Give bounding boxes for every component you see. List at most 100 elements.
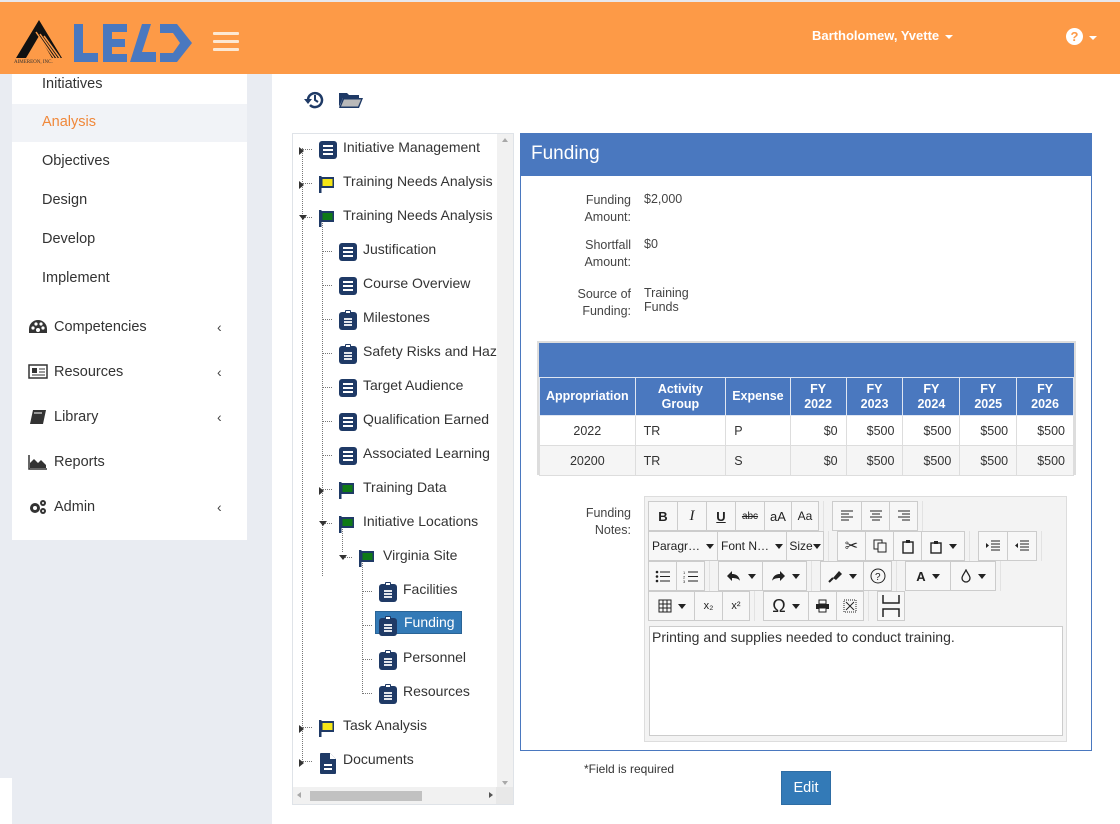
sidebar-item-competencies[interactable]: Competencies ‹ <box>12 309 247 347</box>
scrollbar-thumb[interactable] <box>310 791 422 801</box>
sidebar-item-library[interactable]: Library ‹ <box>12 399 247 437</box>
indent-button[interactable] <box>978 531 1008 561</box>
chevron-left-icon: ‹ <box>217 499 222 515</box>
document-list-icon <box>339 446 357 466</box>
expand-toggle-icon[interactable] <box>299 147 304 155</box>
redo-button[interactable] <box>762 561 807 591</box>
paste-button[interactable] <box>893 531 922 561</box>
caret-down-icon <box>1089 35 1097 40</box>
expand-toggle-icon[interactable] <box>299 759 304 767</box>
titlecase-button[interactable]: Aa <box>791 501 819 531</box>
outdent-button[interactable] <box>1007 531 1037 561</box>
question-circle-icon: ? <box>870 568 885 584</box>
table-cell: 20200 <box>539 445 636 476</box>
sidebar-item-reports[interactable]: Reports <box>12 444 247 482</box>
resize-handle[interactable] <box>496 787 513 804</box>
undo-button[interactable] <box>718 561 763 591</box>
sidebar-item-initiatives[interactable]: Initiatives <box>12 66 247 104</box>
table-header-cell: FY 2022 <box>789 377 847 416</box>
outdent-icon <box>1015 540 1029 551</box>
align-left-button[interactable] <box>832 501 862 531</box>
tree-node-label: Initiative Locations <box>363 513 479 529</box>
open-folder-button[interactable] <box>338 89 364 115</box>
field-value: $0 <box>644 237 658 251</box>
sidebar-item-objectives[interactable]: Objectives <box>12 143 247 181</box>
superscript-button[interactable]: x² <box>722 591 750 621</box>
collapse-toggle-icon[interactable] <box>319 521 327 526</box>
sidebar-item-resources[interactable]: Resources ‹ <box>12 354 247 392</box>
page-break-button[interactable] <box>877 591 905 621</box>
paste-special-button[interactable] <box>921 531 965 561</box>
align-right-button[interactable] <box>889 501 918 531</box>
special-character-button[interactable]: Ω <box>763 591 809 621</box>
table-cell: $500 <box>845 415 904 446</box>
dropdown-arrow-icon <box>677 603 686 609</box>
table-header-cell: Activity Group <box>634 377 727 416</box>
gears-icon <box>30 500 46 514</box>
tree-node-label: Milestones <box>363 309 430 325</box>
table-row: 20200 TR S $0 $500 $500 $500 $500 <box>539 445 1074 476</box>
maximize-icon <box>843 599 857 613</box>
tree-connector-line <box>362 659 372 660</box>
edit-button[interactable]: Edit <box>781 771 831 805</box>
paragraph-format-select[interactable]: Paragr… <box>648 531 718 561</box>
indent-icon <box>986 540 1000 551</box>
print-button[interactable] <box>808 591 837 621</box>
menu-toggle-button[interactable] <box>213 32 239 51</box>
required-field-note: *Field is required <box>584 762 675 776</box>
sidebar-footer-strip <box>0 778 12 824</box>
lowercase-button[interactable]: aA <box>764 501 792 531</box>
table-button[interactable] <box>648 591 695 621</box>
tree-vertical-scrollbar[interactable] <box>497 134 513 789</box>
italic-button[interactable]: I <box>677 501 707 531</box>
user-menu[interactable]: Bartholomew, Yvette <box>812 28 954 43</box>
tree-horizontal-scrollbar[interactable] <box>293 787 497 804</box>
funding-notes-textarea[interactable]: Printing and supplies needed to conduct … <box>649 626 1063 736</box>
copy-button[interactable] <box>865 531 894 561</box>
panel-title: Funding <box>521 134 1091 176</box>
sidebar-item-analysis[interactable]: Analysis <box>12 104 247 142</box>
tree-node-label: Documents <box>343 751 414 767</box>
help-button[interactable]: ? <box>863 561 892 591</box>
green-flag-icon <box>339 514 357 534</box>
fullscreen-button[interactable] <box>836 591 864 621</box>
table-cell: $500 <box>1016 415 1074 446</box>
aimereon-logo <box>16 20 62 59</box>
collapse-toggle-icon[interactable] <box>299 215 307 220</box>
collapse-toggle-icon[interactable] <box>339 555 347 560</box>
expand-toggle-icon[interactable] <box>299 725 304 733</box>
tree-connector-line <box>362 625 372 626</box>
sidebar: Initiatives Analysis Objectives Design D… <box>12 74 247 540</box>
sidebar-item-design[interactable]: Design <box>12 182 247 220</box>
history-button[interactable] <box>304 89 326 115</box>
bold-button[interactable]: B <box>648 501 678 531</box>
subscript-button[interactable]: x₂ <box>694 591 723 621</box>
funding-table: Appropriation Activity Group Expense FY 202… <box>539 377 1074 476</box>
underline-button[interactable]: U <box>706 501 736 531</box>
table-header-cell: FY 2026 <box>1016 377 1074 416</box>
bullet-list-button[interactable] <box>648 561 677 591</box>
lead-logo <box>74 24 192 62</box>
cut-button[interactable]: ✂ <box>837 531 866 561</box>
field-label: Shortfall Amount: <box>584 238 631 269</box>
table-cell: $500 <box>902 415 961 446</box>
clipboard-icon <box>930 540 942 554</box>
sidebar-item-develop[interactable]: Develop <box>12 221 247 259</box>
dropdown-arrow-icon <box>775 543 783 549</box>
align-center-button[interactable] <box>861 501 890 531</box>
table-cell: P <box>725 415 791 446</box>
font-color-button[interactable]: A <box>905 561 951 591</box>
background-color-button[interactable] <box>950 561 996 591</box>
help-menu[interactable]: ? <box>1066 28 1097 45</box>
font-name-select[interactable]: Font N… <box>717 531 787 561</box>
sidebar-item-implement[interactable]: Implement <box>12 260 247 298</box>
expand-toggle-icon[interactable] <box>299 181 304 189</box>
numbered-list-button[interactable]: 123 <box>676 561 705 591</box>
font-size-select[interactable]: Size <box>786 531 824 561</box>
clipboard-icon <box>379 582 397 602</box>
strikethrough-button[interactable]: abc <box>735 501 765 531</box>
expand-toggle-icon[interactable] <box>319 487 324 495</box>
sidebar-item-admin[interactable]: Admin ‹ <box>12 489 247 527</box>
format-painter-button[interactable] <box>820 561 864 591</box>
dropdown-arrow-icon <box>812 543 821 549</box>
